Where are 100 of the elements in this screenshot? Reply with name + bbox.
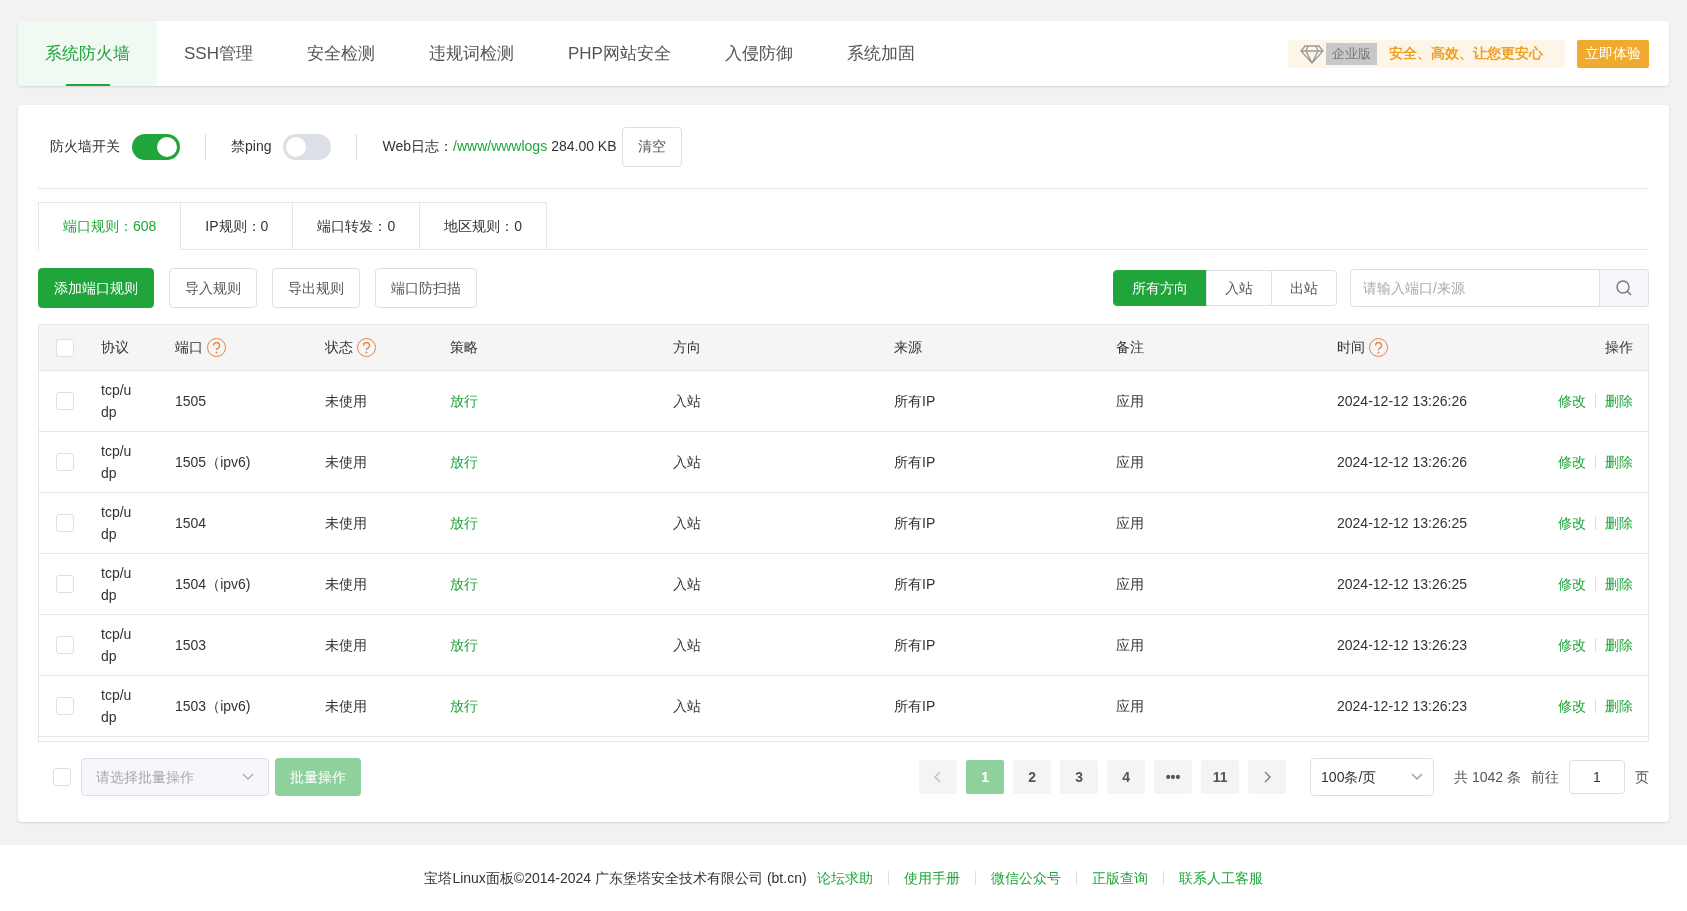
action-link[interactable]: 删除 bbox=[1605, 451, 1633, 473]
rule-tab[interactable]: IP规则：0 bbox=[180, 202, 294, 250]
action-link[interactable]: 删除 bbox=[1605, 390, 1633, 412]
checkbox[interactable] bbox=[56, 338, 74, 357]
page-input[interactable]: 1 bbox=[1569, 760, 1625, 794]
table-cell: 入站 bbox=[673, 697, 701, 714]
nav-tab[interactable]: 系统加固 bbox=[819, 21, 942, 86]
checkbox[interactable] bbox=[56, 636, 74, 654]
toolbar-button[interactable]: 导入规则 bbox=[169, 268, 257, 308]
table-cell: 未使用 bbox=[325, 697, 367, 714]
table-cell: 未使用 bbox=[325, 514, 367, 531]
direction-filter-button[interactable]: 入站 bbox=[1206, 270, 1272, 306]
action-link[interactable]: 修改 bbox=[1558, 634, 1586, 656]
footer-link[interactable]: 正版查询 bbox=[1091, 867, 1148, 889]
action-link[interactable]: 修改 bbox=[1558, 512, 1586, 534]
checkbox[interactable] bbox=[56, 514, 74, 532]
chevron-down-icon bbox=[242, 773, 254, 781]
action-link[interactable]: 删除 bbox=[1605, 573, 1633, 595]
table-cell: 应用 bbox=[1116, 392, 1144, 409]
table-cell: 1504（ipv6) bbox=[175, 575, 251, 592]
table-cell: 2024-12-12 13:26:26 bbox=[1337, 453, 1467, 470]
rule-tab[interactable]: 地区规则：0 bbox=[419, 202, 547, 250]
table-cell: 1503 bbox=[175, 636, 207, 653]
table-cell: 2024-12-12 13:26:25 bbox=[1337, 575, 1467, 592]
table-cell: 应用 bbox=[1116, 514, 1144, 531]
page-suffix: 页 bbox=[1635, 767, 1649, 787]
column-header[interactable]: 方向 bbox=[673, 337, 701, 358]
search-field[interactable]: 请输入端口/来源 bbox=[1350, 269, 1600, 307]
previous-page-icon[interactable] bbox=[919, 760, 958, 794]
table-cell: 1504 bbox=[175, 514, 207, 531]
nav-tab[interactable]: 违规词检测 bbox=[401, 21, 541, 86]
action-link[interactable]: 修改 bbox=[1558, 451, 1586, 473]
table-cell: 应用 bbox=[1116, 636, 1144, 653]
action-link[interactable]: 修改 bbox=[1558, 695, 1586, 717]
table-cell: 2024-12-12 13:26:23 bbox=[1337, 697, 1467, 714]
table-cell-text: tcp/udp bbox=[101, 625, 133, 666]
action-link[interactable]: 删除 bbox=[1605, 695, 1633, 717]
table-cell: 所有IP bbox=[894, 514, 936, 531]
column-header[interactable]: 协议 bbox=[101, 337, 129, 358]
checkbox[interactable] bbox=[56, 392, 74, 410]
table-cell: 入站 bbox=[673, 453, 701, 470]
nav-tab[interactable]: SSH管理 bbox=[157, 21, 280, 86]
action-link[interactable]: 修改 bbox=[1558, 573, 1586, 595]
action-link[interactable]: 删除 bbox=[1605, 634, 1633, 656]
column-header[interactable]: 状态 bbox=[325, 337, 376, 358]
search-icon[interactable] bbox=[1600, 269, 1649, 307]
toolbar-button[interactable]: 导出规则 bbox=[272, 268, 360, 308]
table-cell: 所有IP bbox=[894, 453, 936, 470]
action-link[interactable]: 修改 bbox=[1558, 390, 1586, 412]
column-header[interactable]: 端口 bbox=[175, 337, 226, 358]
column-header[interactable]: 操作 bbox=[1605, 337, 1633, 358]
table-cell-text: tcp/udp bbox=[101, 381, 133, 422]
checkbox[interactable] bbox=[56, 453, 74, 471]
clear-button[interactable]: 清空 bbox=[621, 126, 682, 167]
table-cell: 放行 bbox=[450, 453, 478, 470]
table-cell: 1503（ipv6) bbox=[175, 697, 251, 714]
nav-tab[interactable]: PHP网站安全 bbox=[540, 21, 698, 86]
table-cell: 未使用 bbox=[325, 575, 367, 592]
table-cell: 未使用 bbox=[325, 392, 367, 409]
table-cell-text: tcp/udp bbox=[101, 503, 133, 544]
chevron-down-icon bbox=[1411, 773, 1424, 781]
action-link[interactable]: 删除 bbox=[1605, 512, 1633, 534]
page-button[interactable]: 11 bbox=[1201, 760, 1240, 794]
rule-tab[interactable]: 端口规则：608 bbox=[38, 202, 182, 250]
nav-tab[interactable]: 入侵防御 bbox=[697, 21, 820, 86]
toggle-switch[interactable] bbox=[132, 133, 180, 160]
toolbar-button[interactable]: 端口防扫描 bbox=[375, 268, 477, 308]
table-cell: 应用 bbox=[1116, 697, 1144, 714]
log-size: 284.00 KB bbox=[551, 137, 617, 156]
table-cell: 所有IP bbox=[894, 636, 936, 653]
table-cell: 2024-12-12 13:26:25 bbox=[1337, 514, 1467, 531]
copyright-text: 宝塔Linux面板©2014-2024 广东堡塔安全技术有限公司 (bt.cn) bbox=[424, 868, 807, 888]
toggle-switch[interactable] bbox=[283, 133, 332, 160]
table-cell: 所有IP bbox=[894, 575, 936, 592]
table-cell: 所有IP bbox=[894, 697, 936, 714]
table-cell: 入站 bbox=[673, 575, 701, 592]
total-count: 共 1042 条 bbox=[1454, 767, 1521, 787]
page-button[interactable]: 2 bbox=[1013, 760, 1052, 794]
table-cell: 入站 bbox=[673, 392, 701, 409]
column-header[interactable]: 策略 bbox=[450, 337, 478, 358]
table-cell: 应用 bbox=[1116, 575, 1144, 592]
nav-tab[interactable]: 安全检测 bbox=[279, 21, 402, 86]
table-cell: 2024-12-12 13:26:23 bbox=[1337, 636, 1467, 653]
direction-filter-button[interactable]: 出站 bbox=[1271, 270, 1337, 306]
column-header[interactable]: 备注 bbox=[1116, 337, 1144, 358]
page-button[interactable]: ••• bbox=[1154, 760, 1193, 794]
page-size-select[interactable]: 100条/页 bbox=[1310, 758, 1435, 796]
page-button[interactable]: 4 bbox=[1107, 760, 1146, 794]
firewall-switch-label: 防火墙开关 bbox=[50, 137, 120, 156]
footer-link[interactable]: 联系人工客服 bbox=[1178, 867, 1263, 889]
table-cell: 2024-12-12 13:26:26 bbox=[1337, 392, 1467, 409]
next-page-icon[interactable] bbox=[1248, 760, 1287, 794]
table-cell: 放行 bbox=[450, 697, 478, 714]
table-cell: 所有IP bbox=[894, 392, 936, 409]
checkbox[interactable] bbox=[56, 575, 74, 593]
column-header[interactable]: 时间 bbox=[1337, 337, 1388, 358]
checkbox[interactable] bbox=[56, 697, 74, 715]
table-cell-text: tcp/udp bbox=[101, 442, 133, 483]
page-button[interactable]: 3 bbox=[1060, 760, 1099, 794]
column-header[interactable]: 来源 bbox=[894, 337, 922, 358]
